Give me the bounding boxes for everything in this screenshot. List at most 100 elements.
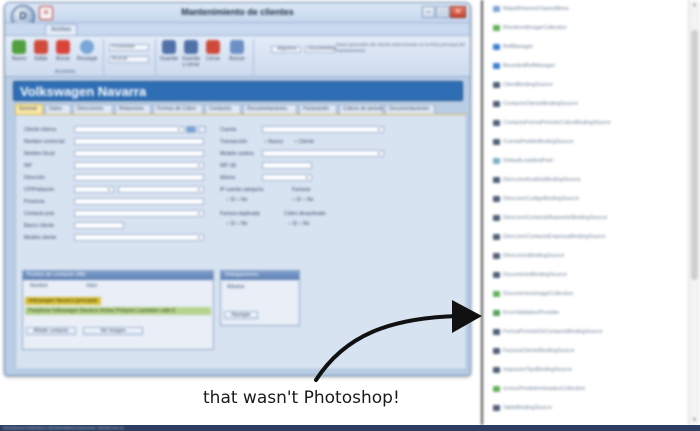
component-icon: [493, 81, 500, 88]
radio-yes-no[interactable]: ○ Sí ○ No: [288, 221, 309, 227]
component-list-item[interactable]: DocumentoBindingSource: [493, 269, 567, 281]
component-list-item[interactable]: IconosPredeterminadosCollection: [493, 383, 585, 395]
contacts-column: Valor: [86, 283, 98, 289]
nif-input[interactable]: ▼: [74, 162, 204, 169]
province-input[interactable]: [74, 198, 204, 205]
component-list-item[interactable]: ContactoFormaPeriodoCobroBindingSource: [493, 117, 611, 129]
documents-button[interactable]: Documentos: [305, 46, 336, 53]
radio-yes-no[interactable]: ○ Sí ○ No: [292, 197, 313, 203]
language-input[interactable]: ▼: [262, 174, 312, 181]
ribbon-provider-field[interactable]: Proveedor: [109, 44, 149, 51]
ribbon-button-edit[interactable]: Editar: [31, 40, 51, 62]
radio-never[interactable]: ○ Nunca: [264, 139, 283, 145]
tab-formas-cobro[interactable]: Formas de Cobro: [153, 104, 203, 114]
component-icon: [493, 100, 500, 107]
screenshot: D ✕ Mantenimiento de clientes – □ ✕ Arch…: [0, 0, 700, 431]
component-list-item[interactable]: DocumentosImageCollection: [493, 288, 573, 300]
client-model-input[interactable]: ▼: [74, 234, 204, 241]
radio-client[interactable]: ○ Cliente: [294, 139, 314, 145]
field-label: Contacto pral.: [24, 211, 56, 217]
ribbon-button-reload[interactable]: Recargar: [77, 40, 98, 62]
tab-contactos[interactable]: Contactos: [205, 104, 241, 114]
component-label: TableBindingSource: [503, 405, 552, 411]
internal-client-combo[interactable]: ▼: [74, 126, 184, 133]
postal-code-input[interactable]: ▼: [74, 186, 114, 193]
attachments-button[interactable]: Adjuntos: [271, 46, 301, 53]
component-list-item[interactable]: ErrorValidationProvider: [493, 307, 559, 319]
tab-documentaciones-2[interactable]: Documentaciones: [385, 104, 435, 114]
fiscal-name-input[interactable]: [74, 150, 204, 157]
info-icon[interactable]: [198, 126, 206, 133]
address-input[interactable]: [74, 174, 204, 181]
scroll-up-icon[interactable]: ▲: [691, 1, 698, 9]
field-label: Cliente interno: [24, 127, 57, 133]
vertical-scrollbar[interactable]: ▲ ▼: [688, 0, 700, 425]
eu-nif-input[interactable]: [262, 162, 312, 169]
tab-direcciones[interactable]: Direcciones: [73, 104, 113, 114]
ribbon-button-new[interactable]: Nuevo: [9, 40, 29, 62]
minimize-button[interactable]: –: [422, 6, 435, 18]
lookup-button[interactable]: [186, 126, 196, 133]
component-label: DireccionContactoRepuestoBindingSource: [503, 215, 608, 221]
ribbon-button-save-close[interactable]: Guardar y cerrar: [181, 40, 201, 68]
town-input[interactable]: ▼: [118, 186, 204, 193]
component-list-item[interactable]: BoundedRefManager: [493, 60, 555, 72]
component-list-item[interactable]: TableBindingSource: [493, 402, 552, 414]
tab-strip: General Datos Direcciones Relaciones For…: [15, 104, 465, 114]
add-contact-button[interactable]: Añadir contacto: [26, 327, 76, 335]
contacts-row[interactable]: Pamplona Volkswagen Navarra Ventas Políg…: [25, 307, 211, 315]
ribbon-button-delete[interactable]: Borrar: [53, 40, 73, 62]
component-list-item[interactable]: DireccionAnalisisBindingSource: [493, 174, 581, 186]
ribbon-button-save[interactable]: Guardar: [159, 40, 179, 62]
main-contact-input[interactable]: ▼: [74, 210, 204, 217]
ribbon-button-close[interactable]: Cerrar: [203, 40, 223, 62]
component-list-item[interactable]: DireccionCodigoBindingSource: [493, 193, 579, 205]
component-list-item[interactable]: DireccionsBindingSource: [493, 250, 564, 262]
field-label: Modelo cartera: [220, 151, 254, 157]
component-label: DireccionCodigoBindingSource: [503, 196, 580, 202]
component-label: BoundedRefManager: [503, 63, 556, 69]
maximize-button[interactable]: □: [436, 6, 449, 18]
ribbon-button-label: Nuevo: [11, 56, 27, 62]
ribbon-tab-archivo[interactable]: Archivo: [45, 24, 78, 35]
view-image-button[interactable]: Ver Imagen: [83, 327, 143, 335]
commercial-name-input[interactable]: [74, 138, 204, 145]
component-list-item[interactable]: RenderedImageCollection: [493, 22, 567, 34]
component-icon: [493, 404, 500, 411]
ribbon: Nuevo Editar Borrar Recargar Proveedor B…: [5, 35, 470, 77]
chevron-down-icon: ▼: [107, 187, 111, 192]
component-list-item[interactable]: DireccionContactoEmpresaBindingSource: [493, 231, 606, 243]
component-list-item[interactable]: DireccionContactoRepuestoBindingSource: [493, 212, 607, 224]
tab-general[interactable]: General: [15, 104, 43, 114]
ribbon-button-label: Recargar: [77, 56, 98, 62]
component-list-item[interactable]: FormaPeriodoDeContactoBindingSource: [493, 326, 603, 338]
scroll-down-icon[interactable]: ▼: [691, 416, 698, 424]
ribbon-button-search[interactable]: Buscar: [227, 40, 247, 62]
portfolio-model-combo[interactable]: ▼: [262, 150, 384, 157]
tab-documentaciones[interactable]: Documentaciones: [243, 104, 297, 114]
radio-yes-no[interactable]: ○ Sí ○ No: [226, 221, 247, 227]
delegations-field[interactable]: Aduana: [224, 283, 296, 291]
contacts-row[interactable]: Volkswagen Navarra (principal): [25, 297, 101, 305]
component-list-item[interactable]: FacturaClienteBindingSource: [493, 345, 575, 357]
bank-input[interactable]: [74, 222, 124, 229]
scrollbar-thumb[interactable]: [691, 30, 698, 280]
account-combo[interactable]: ▼: [262, 126, 384, 133]
tab-facturacion[interactable]: Facturación: [299, 104, 337, 114]
close-button[interactable]: ✕: [450, 6, 466, 18]
component-list-item[interactable]: MapaRelacionClasesMenu: [493, 3, 569, 15]
tab-cobros-periodo[interactable]: Cobros de periodo: [339, 104, 383, 114]
component-list-item[interactable]: ClientBindingSource: [493, 79, 553, 91]
tab-datos[interactable]: Datos: [45, 104, 71, 114]
tab-relaciones[interactable]: Relaciones: [115, 104, 151, 114]
component-list-item[interactable]: RefManager: [493, 41, 533, 53]
component-list-item[interactable]: DefaultLookAndFeel: [493, 155, 553, 167]
component-list-item[interactable]: ImpuestoTipoBindingSource: [493, 364, 572, 376]
chevron-down-icon: ▼: [377, 151, 381, 156]
radio-yes[interactable]: ○ Sí ○ No: [226, 197, 247, 203]
component-icon: [493, 366, 500, 373]
navigate-button[interactable]: Navegar: [224, 311, 258, 319]
component-list-item[interactable]: CuentaPedidoBindingSource: [493, 136, 574, 148]
component-list-item[interactable]: ContactoClienteBindingSource: [493, 98, 578, 110]
ribbon-search-field[interactable]: Buscar: [109, 56, 149, 63]
